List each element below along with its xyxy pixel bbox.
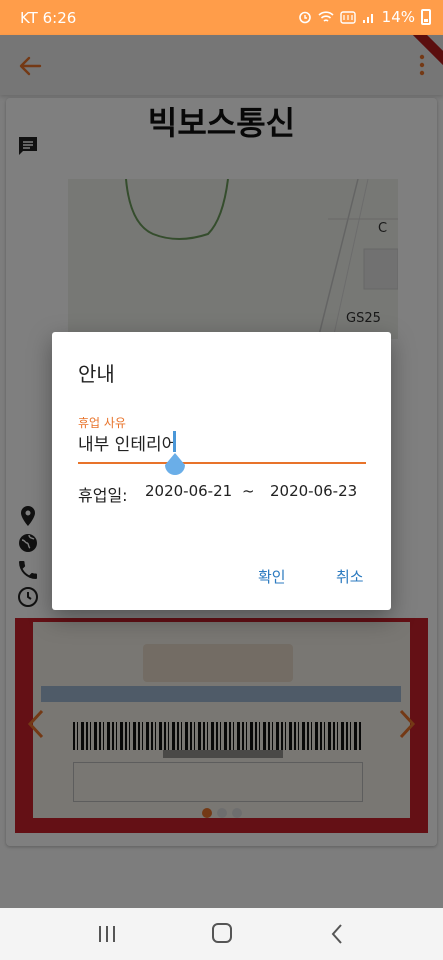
alarm-icon xyxy=(298,11,311,24)
volte-icon xyxy=(339,10,356,24)
end-date[interactable]: 2020-06-23 xyxy=(270,482,357,500)
input-underline xyxy=(78,462,366,464)
recent-apps-icon[interactable] xyxy=(98,925,116,943)
text-cursor xyxy=(173,431,176,452)
closure-notice-dialog: 안내 휴업 사유 내부 인테리어 휴업일: 2020-06-21 ~ 2020-… xyxy=(52,332,391,610)
back-icon[interactable] xyxy=(330,923,344,945)
status-icons: 14% xyxy=(298,8,431,26)
signal-icon xyxy=(362,13,373,23)
closure-date-label: 휴업일: xyxy=(78,486,128,505)
status-bar: KT 6:26 14% xyxy=(0,0,443,35)
battery-icon xyxy=(421,9,431,25)
cancel-button[interactable]: 취소 xyxy=(336,566,364,587)
start-date[interactable]: 2020-06-21 xyxy=(145,482,232,500)
confirm-button[interactable]: 확인 xyxy=(258,566,286,587)
system-nav-bar xyxy=(0,908,443,960)
dialog-title: 안내 xyxy=(78,362,115,386)
carrier-time: KT 6:26 xyxy=(20,9,77,27)
text-selection-handle[interactable] xyxy=(163,453,187,479)
wifi-icon xyxy=(318,10,334,22)
closure-reason-label: 휴업 사유 xyxy=(78,416,126,430)
closure-reason-input[interactable]: 내부 인테리어 xyxy=(78,430,177,455)
date-separator: ~ xyxy=(242,482,255,500)
battery-percent: 14% xyxy=(381,8,415,26)
home-icon[interactable] xyxy=(212,923,232,943)
